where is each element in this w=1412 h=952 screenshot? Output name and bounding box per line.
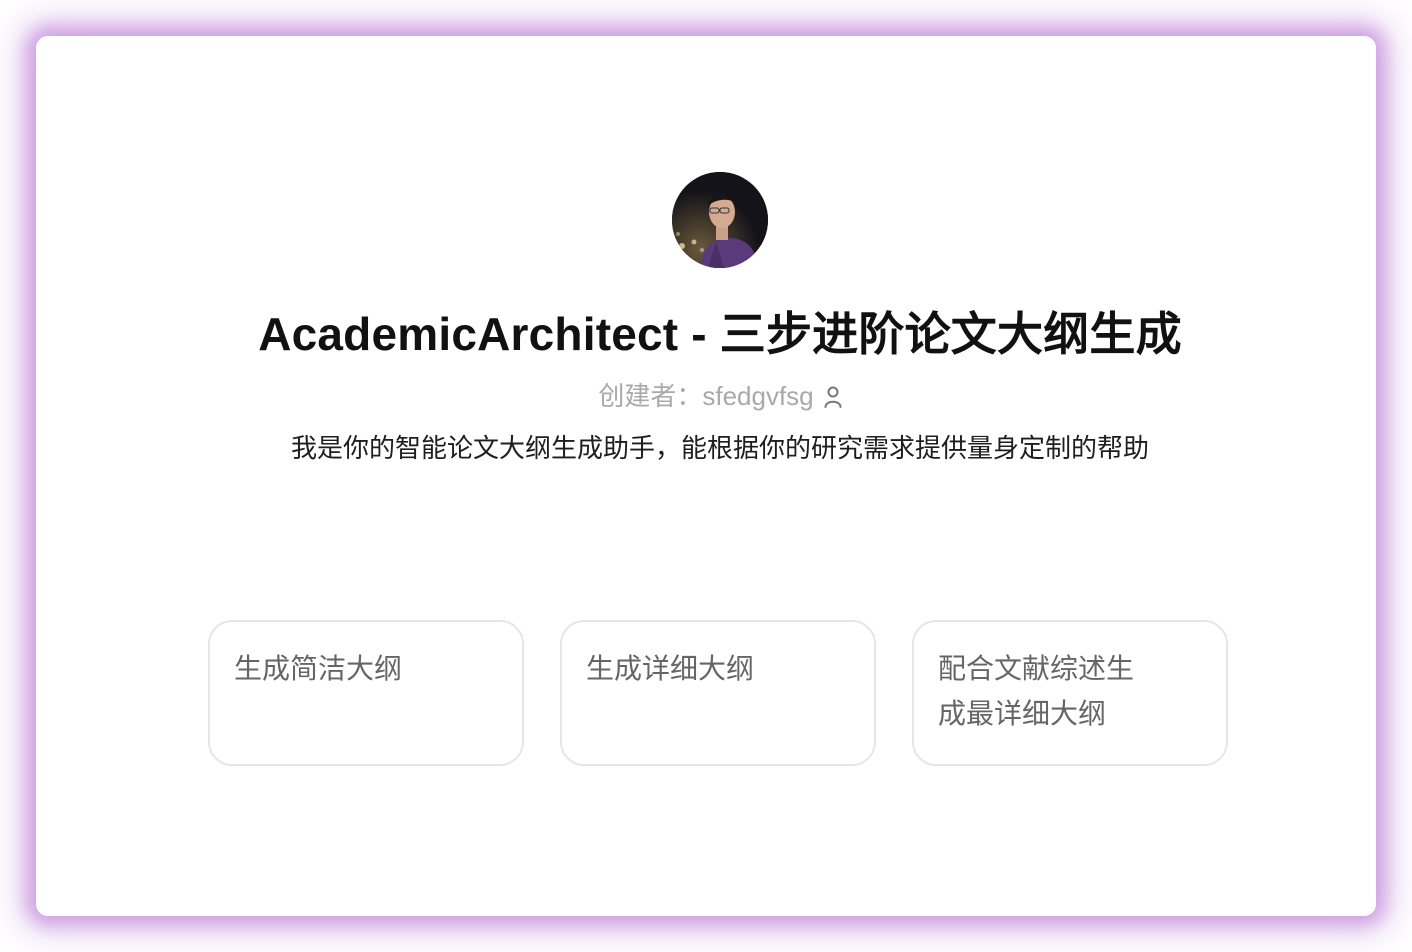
suggestion-card-literature-review-outline[interactable]: 配合文献综述生成最详细大纲 xyxy=(912,620,1228,766)
suggestion-label: 生成详细大纲 xyxy=(586,653,755,684)
avatar-photo-icon xyxy=(672,172,768,268)
creator-label: 创建者： xyxy=(598,381,703,411)
suggestion-label: 生成简洁大纲 xyxy=(234,653,403,684)
suggestion-label: 配合文献综述生成最详细大纲 xyxy=(938,653,1135,729)
bot-avatar xyxy=(672,172,768,268)
bot-intro-card: AcademicArchitect - 三步进阶论文大纲生成 创建者：sfedg… xyxy=(36,36,1376,916)
bot-description: 我是你的智能论文大纲生成助手，能根据你的研究需求提供量身定制的帮助 xyxy=(290,433,1149,463)
person-icon xyxy=(824,384,842,415)
creator-name[interactable]: sfedgvfsg xyxy=(702,381,813,411)
bot-title: AcademicArchitect - 三步进阶论文大纲生成 xyxy=(258,308,1182,360)
creator-line: 创建者：sfedgvfsg xyxy=(36,376,1404,415)
suggestion-card-concise-outline[interactable]: 生成简洁大纲 xyxy=(208,620,524,766)
suggestion-card-detailed-outline[interactable]: 生成详细大纲 xyxy=(560,620,876,766)
